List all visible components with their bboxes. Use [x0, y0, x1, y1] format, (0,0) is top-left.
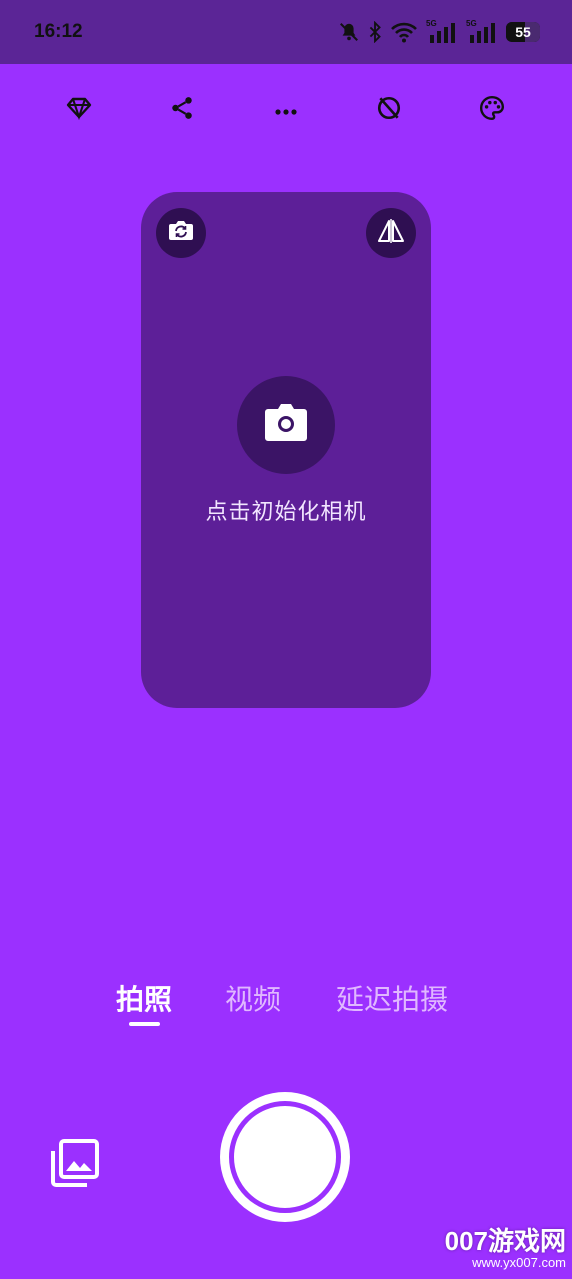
status-icons: 5G 5G 55: [338, 19, 540, 43]
palette-icon: [479, 95, 505, 125]
network-type-1: 5G: [426, 19, 437, 28]
mirror-button[interactable]: [366, 208, 416, 258]
watermark-title: 007游戏网: [444, 1226, 566, 1256]
diamond-icon: [66, 96, 92, 124]
signal-2-icon: 5G: [466, 19, 498, 43]
theme-button[interactable]: [472, 90, 512, 130]
more-icon: [274, 101, 298, 120]
timer-off-icon: [376, 95, 402, 125]
shutter-button[interactable]: [220, 1092, 350, 1222]
status-time: 16:12: [34, 21, 83, 42]
mirror-icon: [377, 218, 405, 248]
bluetooth-icon: [368, 21, 382, 43]
gallery-button[interactable]: [50, 1138, 100, 1188]
tab-video[interactable]: 视频: [225, 978, 281, 1018]
mode-tabs: 拍照 视频 延迟拍摄: [0, 978, 572, 1038]
active-tab-indicator: [129, 1022, 160, 1026]
top-toolbar: [0, 90, 572, 130]
battery-level-text: 55: [515, 24, 531, 40]
camera-preview[interactable]: 点击初始化相机: [141, 192, 431, 708]
share-icon: [169, 95, 195, 125]
timer-off-button[interactable]: [369, 90, 409, 130]
wifi-icon: [390, 21, 418, 43]
battery-icon: 55: [506, 22, 540, 42]
watermark-url: www.yx007.com: [472, 1255, 566, 1270]
tab-delayed-shot[interactable]: 延迟拍摄: [336, 978, 448, 1018]
switch-camera-button[interactable]: [156, 208, 206, 258]
shutter-inner-ring: [229, 1101, 341, 1213]
share-button[interactable]: [162, 90, 202, 130]
network-type-2: 5G: [466, 19, 477, 28]
tab-photo[interactable]: 拍照: [116, 978, 172, 1018]
more-button[interactable]: [266, 90, 306, 130]
gallery-icon: [50, 1139, 100, 1192]
mute-bell-icon: [338, 21, 360, 43]
status-bar: 16:12 5G 5G 55: [0, 0, 572, 64]
init-camera-label: 点击初始化相机: [205, 500, 367, 525]
premium-button[interactable]: [59, 90, 99, 130]
init-camera-button[interactable]: [237, 376, 335, 474]
watermark: 007游戏网 www.yx007.com: [445, 1228, 566, 1269]
switch-camera-icon: [168, 220, 194, 246]
camera-icon: [263, 403, 309, 447]
signal-1-icon: 5G: [426, 19, 458, 43]
